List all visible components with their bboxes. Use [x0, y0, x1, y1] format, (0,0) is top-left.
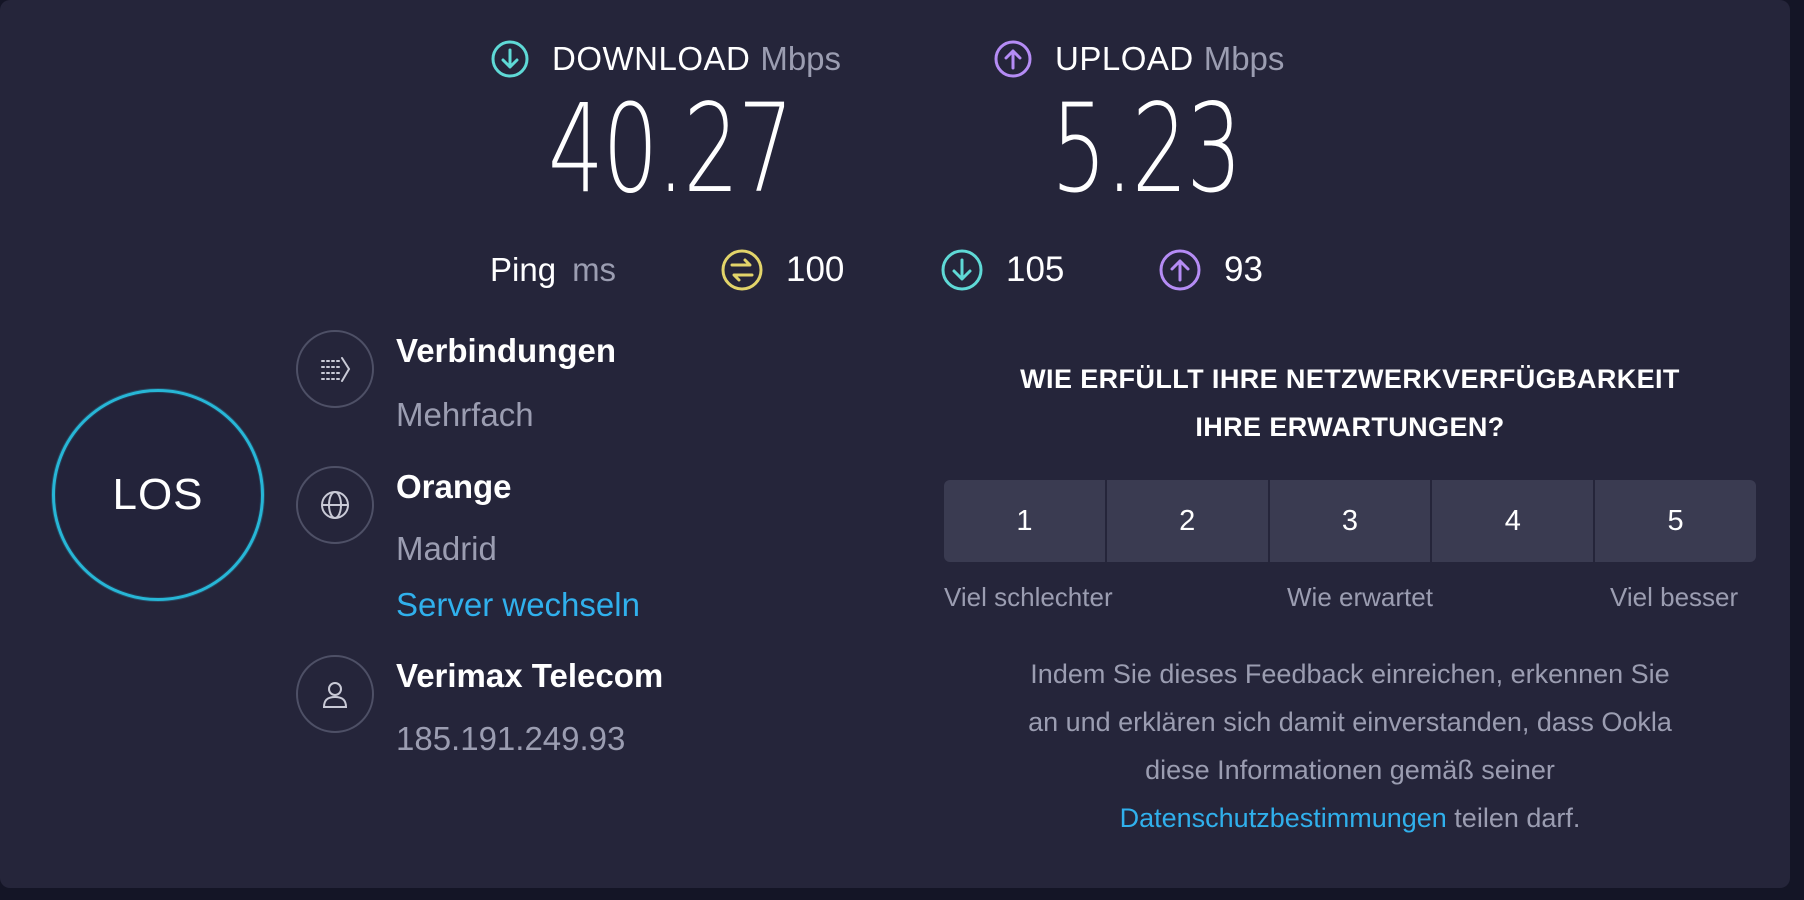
upload-unit: Mbps — [1203, 40, 1285, 77]
server-icon-wrap — [296, 466, 374, 544]
upload-arrow-icon — [994, 40, 1032, 78]
server-location: Madrid — [396, 530, 497, 567]
disclaimer-line4: Datenschutzbestimmungen teilen darf. — [940, 794, 1760, 842]
ping-idle-icon — [721, 249, 763, 291]
disclaimer-tail: teilen darf. — [1446, 803, 1581, 833]
ping-idle: 100 — [720, 246, 844, 294]
ping-idle-value: 100 — [786, 250, 845, 289]
feedback-question: WIE ERFÜLLT IHRE NETZWERKVERFÜGBARKEIT I… — [940, 355, 1760, 451]
upload-arrow-icon — [1159, 249, 1201, 291]
scale-low-label: Viel schlechter — [944, 582, 1113, 612]
privacy-policy-link[interactable]: Datenschutzbestimmungen — [1120, 803, 1447, 833]
ping-download: 105 — [940, 246, 1064, 294]
ping-upload-value: 93 — [1224, 250, 1263, 289]
download-unit: Mbps — [760, 40, 842, 77]
feedback-question-line1: WIE ERFÜLLT IHRE NETZWERKVERFÜGBARKEIT — [1020, 364, 1680, 394]
speedtest-panel: DOWNLOAD Mbps 40.27 UPLOAD Mbps 5.23 Pin… — [0, 0, 1790, 888]
change-server-link[interactable]: Server wechseln — [396, 586, 640, 624]
ping-unit: ms — [572, 251, 617, 288]
connections-icon — [321, 357, 351, 382]
rating-option-4[interactable]: 4 — [1432, 480, 1594, 562]
disclaimer-line1: Indem Sie dieses Feedback einreichen, er… — [1030, 659, 1670, 689]
upload-label: UPLOAD — [1055, 40, 1194, 77]
feedback-question-line2: IHRE ERWARTUNGEN? — [1195, 412, 1505, 442]
upload-value: 5.23 — [1051, 78, 1242, 220]
user-icon — [322, 682, 348, 708]
download-value: 40.27 — [548, 78, 794, 220]
download-arrow-icon — [941, 249, 983, 291]
ping-label: Ping — [490, 251, 557, 288]
download-result: DOWNLOAD Mbps 40.27 — [490, 36, 842, 210]
disclaimer-line3: diese Informationen gemäß seiner — [1145, 755, 1555, 785]
rating-option-1[interactable]: 1 — [944, 480, 1105, 562]
upload-result: UPLOAD Mbps 5.23 — [993, 36, 1285, 210]
rating-scale: 1 2 3 4 5 — [944, 480, 1756, 562]
download-label: DOWNLOAD — [552, 40, 751, 77]
connections-value: Mehrfach — [396, 396, 534, 433]
scale-high-label: Viel besser — [1610, 582, 1739, 612]
connections-icon-wrap[interactable] — [296, 330, 374, 408]
connections-title: Verbindungen — [396, 332, 617, 369]
ping-download-value: 105 — [1006, 250, 1065, 289]
provider-icon-wrap — [296, 655, 374, 733]
server-name: Orange — [396, 468, 512, 505]
scale-mid-label: Wie erwartet — [1287, 582, 1433, 612]
download-arrow-icon — [491, 40, 529, 78]
provider-name: Verimax Telecom — [396, 657, 664, 694]
provider-ip: 185.191.249.93 — [396, 720, 626, 757]
go-button-label: LOS — [112, 470, 204, 519]
feedback-disclaimer: Indem Sie dieses Feedback einreichen, er… — [940, 650, 1760, 842]
rating-option-2[interactable]: 2 — [1106, 480, 1268, 562]
go-button[interactable]: LOS — [52, 389, 264, 601]
rating-option-3[interactable]: 3 — [1269, 480, 1431, 562]
disclaimer-line2: an und erklären sich damit einverstanden… — [1028, 707, 1672, 737]
globe-icon — [321, 491, 349, 519]
ping-row: Ping ms — [490, 246, 616, 294]
ping-upload: 93 — [1158, 246, 1263, 294]
rating-option-5[interactable]: 5 — [1595, 480, 1756, 562]
